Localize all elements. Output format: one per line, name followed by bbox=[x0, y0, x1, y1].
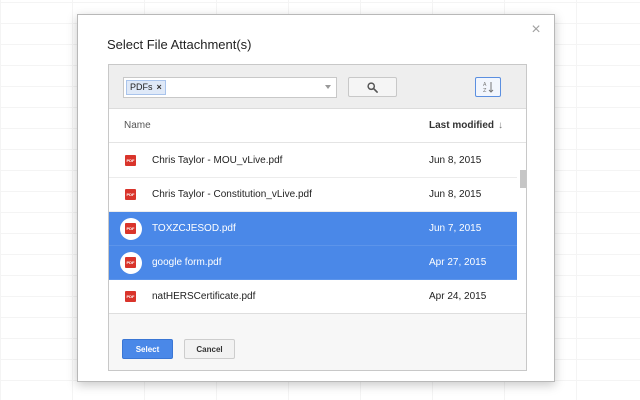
filter-chip: PDFs × bbox=[126, 80, 166, 95]
file-date: Jun 7, 2015 bbox=[429, 223, 482, 234]
file-name: natHERSCertificate.pdf bbox=[152, 291, 256, 302]
file-date: Apr 24, 2015 bbox=[429, 291, 487, 302]
sort-az-button[interactable]: A Z bbox=[475, 77, 501, 97]
column-header-last-modified-label: Last modified bbox=[429, 120, 495, 131]
list-scrollbar[interactable] bbox=[520, 144, 526, 312]
file-date: Jun 8, 2015 bbox=[429, 189, 482, 200]
file-row[interactable]: PDF Chris Taylor - MOU_vLive.pdf Jun 8, … bbox=[109, 144, 517, 178]
file-list: PDF Chris Taylor - MOU_vLive.pdf Jun 8, … bbox=[109, 144, 517, 312]
scrollbar-thumb[interactable] bbox=[520, 170, 526, 188]
picker-footer: Select Cancel bbox=[109, 313, 526, 370]
pdf-file-icon: PDF bbox=[125, 155, 136, 166]
file-name: TOXZCJESOD.pdf bbox=[152, 223, 236, 234]
sort-az-icon: A Z bbox=[483, 82, 494, 93]
select-button[interactable]: Select bbox=[122, 339, 173, 359]
file-name: Chris Taylor - Constitution_vLive.pdf bbox=[152, 189, 312, 200]
column-header-name[interactable]: Name bbox=[124, 120, 151, 131]
cancel-button[interactable]: Cancel bbox=[184, 339, 235, 359]
pdf-file-icon: PDF bbox=[125, 223, 136, 234]
file-picker: PDFs × A Z Name Last modified ↓ PDF Chri… bbox=[108, 64, 527, 371]
dropdown-arrow-icon[interactable] bbox=[325, 85, 331, 89]
file-row[interactable]: PDF google form.pdf Apr 27, 2015 bbox=[109, 246, 517, 280]
sort-arrow-icon: ↓ bbox=[498, 120, 504, 131]
file-date: Apr 27, 2015 bbox=[429, 257, 487, 268]
dialog-title: Select File Attachment(s) bbox=[107, 37, 252, 52]
chip-remove-icon[interactable]: × bbox=[157, 81, 162, 94]
file-name: Chris Taylor - MOU_vLive.pdf bbox=[152, 155, 283, 166]
search-button[interactable] bbox=[348, 77, 397, 97]
svg-text:Z: Z bbox=[483, 88, 487, 93]
picker-toolbar: PDFs × A Z bbox=[109, 65, 526, 109]
file-row[interactable]: PDF TOXZCJESOD.pdf Jun 7, 2015 bbox=[109, 212, 517, 246]
close-icon[interactable]: × bbox=[528, 22, 544, 38]
file-date: Jun 8, 2015 bbox=[429, 155, 482, 166]
file-attachment-dialog: × Select File Attachment(s) PDFs × A Z N… bbox=[77, 14, 555, 382]
search-icon bbox=[367, 81, 378, 93]
column-header-last-modified[interactable]: Last modified ↓ bbox=[429, 120, 503, 131]
pdf-file-icon: PDF bbox=[125, 257, 136, 268]
file-name: google form.pdf bbox=[152, 257, 222, 268]
pdf-file-icon: PDF bbox=[125, 291, 136, 302]
filter-chip-label: PDFs bbox=[130, 82, 153, 92]
pdf-file-icon: PDF bbox=[125, 189, 136, 200]
file-row[interactable]: PDF natHERSCertificate.pdf Apr 24, 2015 bbox=[109, 280, 517, 312]
list-header: Name Last modified ↓ bbox=[109, 109, 526, 143]
search-input[interactable]: PDFs × bbox=[123, 77, 337, 98]
file-row[interactable]: PDF Chris Taylor - Constitution_vLive.pd… bbox=[109, 178, 517, 212]
